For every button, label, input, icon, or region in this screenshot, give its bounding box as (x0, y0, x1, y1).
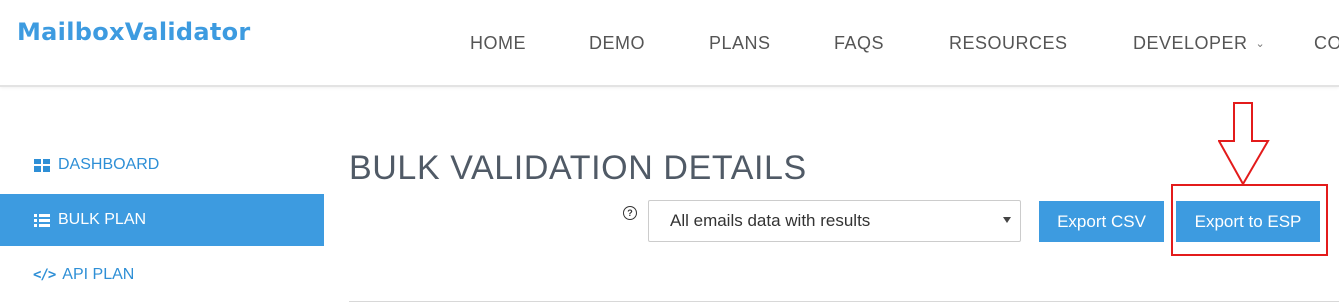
sidebar-item-bulk-plan[interactable]: BULK PLAN (0, 194, 324, 246)
chevron-down-icon: ⌄ (1255, 38, 1266, 50)
caret-down-icon (1003, 217, 1011, 223)
nav-item-plans[interactable]: PLANS (709, 30, 771, 56)
logo[interactable]: MailboxValidator (17, 12, 251, 52)
page: MailboxValidator HOME DEMO PLANS FAQS RE… (0, 0, 1339, 304)
help-icon[interactable]: ? (623, 206, 637, 220)
annotation-highlight-box (1171, 184, 1328, 256)
page-title: BULK VALIDATION DETAILS (349, 149, 807, 187)
annotation-arrow-icon (1218, 102, 1270, 187)
sidebar-item-label: API PLAN (62, 266, 135, 283)
nav-item-resources[interactable]: RESOURCES (949, 30, 1068, 56)
sidebar-item-api-plan[interactable]: </> API PLAN (0, 249, 324, 301)
nav-item-faqs[interactable]: FAQS (834, 30, 884, 56)
dashboard-grid-icon (33, 157, 51, 173)
nav-item-contact[interactable]: CO (1314, 30, 1339, 56)
sidebar-item-label: DASHBOARD (58, 156, 160, 173)
logo-text: MailboxValidator (17, 18, 251, 46)
code-icon: </> (33, 267, 56, 283)
nav-item-demo[interactable]: DEMO (589, 30, 645, 56)
nav-item-home[interactable]: HOME (470, 30, 526, 56)
export-type-selected-value: All emails data with results (670, 211, 871, 230)
export-type-select[interactable]: All emails data with results (648, 200, 1021, 242)
divider (349, 301, 1339, 302)
nav-item-developer[interactable]: DEVELOPER ⌄ (1133, 30, 1265, 57)
export-csv-button[interactable]: Export CSV (1039, 201, 1164, 242)
top-header: MailboxValidator HOME DEMO PLANS FAQS RE… (0, 0, 1339, 87)
list-icon (33, 212, 51, 228)
sidebar-item-label: BULK PLAN (58, 211, 147, 228)
nav-item-developer-label: DEVELOPER (1133, 33, 1248, 53)
sidebar-item-dashboard[interactable]: DASHBOARD (0, 139, 324, 191)
